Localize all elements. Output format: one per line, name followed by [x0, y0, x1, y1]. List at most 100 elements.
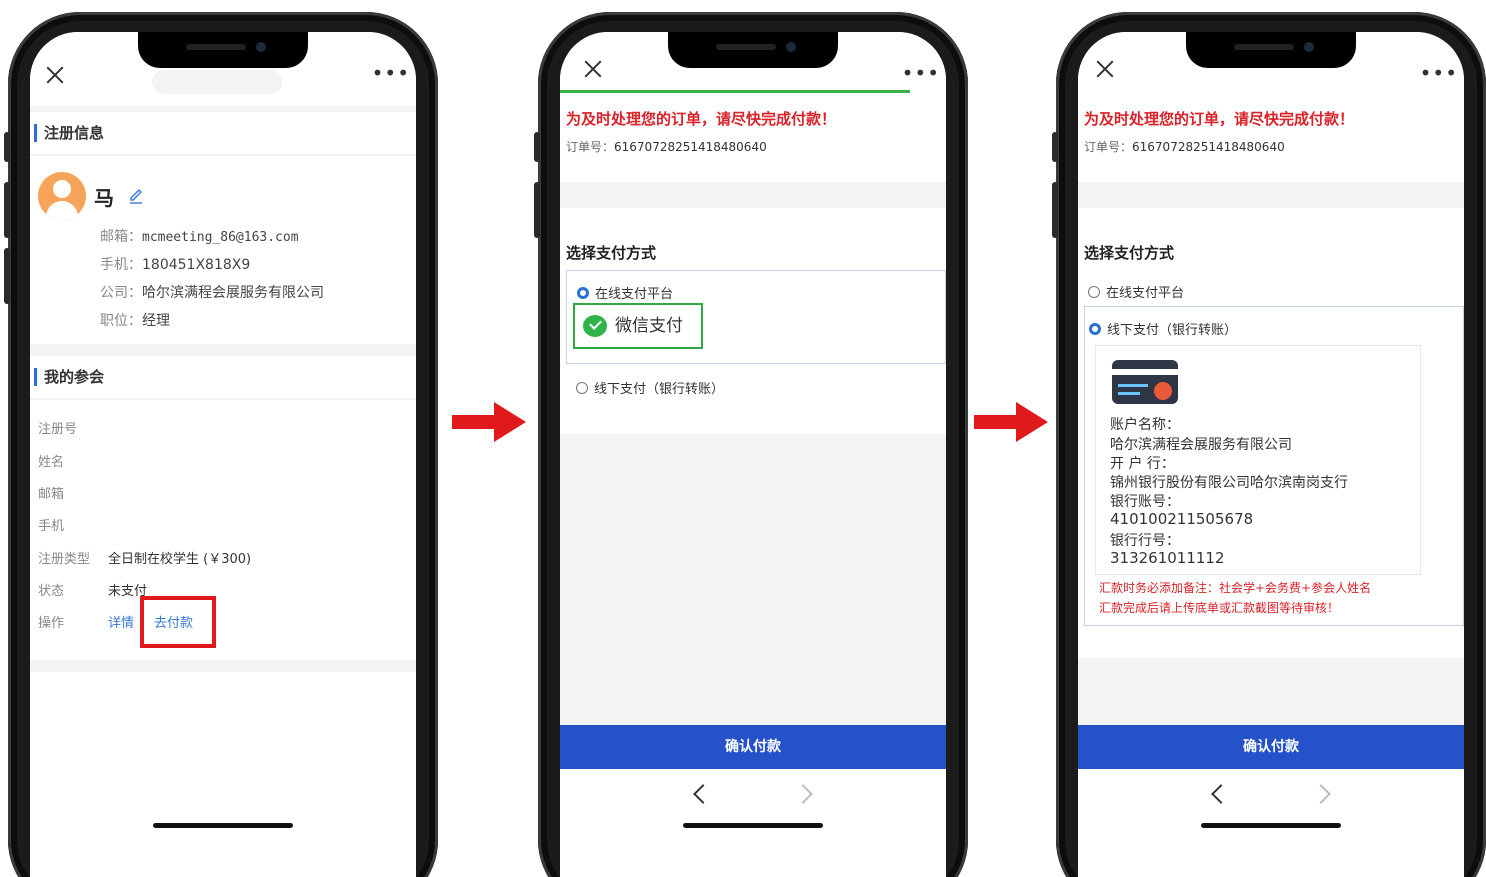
field-label: 状态	[38, 584, 65, 599]
account-no-value: 410100211505678	[1110, 510, 1254, 528]
highlight-box	[140, 596, 216, 648]
bank-info-card: 账户名称： 哈尔滨满程会展服务有限公司 开 户 行： 锦州银行股份有限公司哈尔滨…	[1095, 345, 1421, 575]
edit-icon[interactable]	[128, 186, 144, 204]
offline-option[interactable]: 线下支付（银行转账）	[576, 378, 946, 397]
flow-arrow	[974, 402, 1050, 442]
side-button	[534, 182, 540, 238]
company-row: 公司：哈尔滨满程会展服务有限公司	[100, 282, 324, 302]
bank-code-value: 313261011112	[1110, 549, 1225, 567]
phone-frame-offline-pay: ••• 为及时处理您的订单，请尽快完成付款！ 订单号：6167072825141…	[1052, 12, 1486, 877]
phone-screen: ••• 为及时处理您的订单，请尽快完成付款！ 订单号：6167072825141…	[560, 32, 946, 877]
offline-option-box[interactable]: 线下支付（银行转账） 账户名称： 哈尔滨满程会展服务有限公司 开 户 行： 锦州…	[1084, 306, 1464, 626]
bank-label: 开 户 行：	[1110, 456, 1175, 472]
confirm-pay-button[interactable]: 确认付款	[1078, 725, 1464, 769]
side-button	[4, 248, 10, 304]
more-icon[interactable]: •••	[1420, 63, 1458, 83]
order-label: 订单号：	[566, 140, 615, 154]
browser-nav	[1078, 769, 1464, 819]
order-number: 订单号：61670728251418480640	[566, 138, 767, 155]
phone-screen: ••• 为及时处理您的订单，请尽快完成付款！ 订单号：6167072825141…	[1078, 32, 1464, 877]
order-number: 订单号：61670728251418480640	[1084, 138, 1285, 155]
side-button	[1052, 132, 1058, 162]
more-icon[interactable]: •••	[372, 63, 410, 83]
title-pill	[152, 70, 282, 94]
field-label: 手机	[38, 519, 65, 534]
phone-frame-registration: ••• 注册信息 马 邮箱：mcmeeting_86@163.com 手机：18…	[4, 12, 438, 877]
company-label: 公司：	[100, 285, 142, 301]
side-button	[4, 132, 10, 162]
field-label: 注册号	[38, 422, 78, 437]
radio-unselected-icon[interactable]	[1088, 286, 1100, 298]
online-option-label: 在线支付平台	[595, 287, 674, 302]
email-row: 邮箱：mcmeeting_86@163.com	[100, 226, 299, 246]
avatar	[38, 172, 86, 220]
registration-type-value: 全日制在校学生 (￥300)	[108, 552, 252, 567]
online-option[interactable]: 在线支付平台	[1088, 282, 1464, 301]
company-value: 哈尔滨满程会展服务有限公司	[142, 285, 324, 301]
notch	[668, 32, 838, 68]
home-indicator	[1201, 823, 1341, 828]
wechat-pay-label: 微信支付	[615, 316, 683, 336]
offline-option[interactable]: 线下支付（银行转账）	[1089, 319, 1463, 338]
email-label: 邮箱：	[100, 229, 142, 245]
forward-icon[interactable]	[793, 784, 813, 804]
notch	[1186, 32, 1356, 68]
phone-frame-online-pay: ••• 为及时处理您的订单，请尽快完成付款！ 订单号：6167072825141…	[534, 12, 968, 877]
phone-value: 180451X818X9	[142, 257, 251, 273]
side-button	[4, 182, 10, 238]
phone-label: 手机：	[100, 257, 142, 273]
close-icon[interactable]	[44, 64, 66, 86]
close-icon[interactable]	[1094, 58, 1116, 80]
user-name: 马	[94, 186, 114, 210]
field-label: 邮箱	[38, 487, 65, 502]
order-value: 61670728251418480640	[1132, 140, 1285, 154]
profile-card: 马 邮箱：mcmeeting_86@163.com 手机：180451X818X…	[30, 156, 416, 344]
meeting-card: 注册号 姓名 邮箱 手机 注册类型 全日制在校学生 (￥300) 状态 未支付 …	[30, 400, 416, 660]
back-icon[interactable]	[693, 784, 713, 804]
order-label: 订单号：	[1084, 140, 1133, 154]
browser-nav	[560, 769, 946, 819]
radio-selected-icon[interactable]	[1089, 323, 1101, 335]
side-button	[534, 132, 540, 162]
account-name-label: 账户名称：	[1110, 417, 1180, 433]
home-indicator	[683, 823, 823, 828]
offline-option-label: 线下支付（银行转账）	[1107, 323, 1238, 338]
detail-link[interactable]: 详情	[108, 612, 134, 631]
bank-value: 锦州银行股份有限公司哈尔滨南岗支行	[1110, 475, 1348, 491]
payment-methods: 选择支付方式 在线支付平台 线下支付（银行转账） 账户名称： 哈尔滨满程会展服务…	[1078, 208, 1464, 658]
phone-screen: ••• 注册信息 马 邮箱：mcmeeting_86@163.com 手机：18…	[30, 32, 416, 877]
side-button	[1052, 182, 1058, 238]
radio-selected-icon[interactable]	[577, 287, 589, 299]
wechat-pay-button[interactable]: 微信支付	[573, 303, 703, 349]
more-icon[interactable]: •••	[902, 63, 940, 83]
notch	[138, 32, 308, 68]
flow-arrow	[452, 402, 528, 442]
choose-method-title: 选择支付方式	[566, 244, 657, 262]
back-icon[interactable]	[1211, 784, 1231, 804]
bank-card-icon	[1112, 360, 1178, 404]
confirm-pay-button[interactable]: 确认付款	[560, 725, 946, 769]
action-label: 操作	[38, 616, 65, 631]
urgent-message: 为及时处理您的订单，请尽快完成付款！	[1084, 110, 1355, 128]
radio-unselected-icon[interactable]	[576, 382, 588, 394]
payment-methods: 选择支付方式 在线支付平台 微信支付 线下支付（银行转账）	[560, 208, 946, 434]
section-title-meeting: 我的参会	[30, 356, 416, 398]
order-value: 61670728251418480640	[614, 140, 767, 154]
wechat-icon	[583, 315, 607, 337]
choose-method-title: 选择支付方式	[1084, 244, 1175, 262]
email-value: mcmeeting_86@163.com	[142, 230, 299, 245]
online-option-label: 在线支付平台	[1106, 286, 1185, 301]
forward-icon[interactable]	[1311, 784, 1331, 804]
section-title-register: 注册信息	[30, 112, 416, 154]
order-header: 为及时处理您的订单，请尽快完成付款！ 订单号：61670728251418480…	[1078, 90, 1464, 182]
online-option-box[interactable]: 在线支付平台 微信支付	[566, 270, 946, 364]
online-option[interactable]: 在线支付平台	[577, 283, 945, 302]
remittance-notice: 汇款时务必添加备注：社会学+会务费+参会人姓名	[1099, 581, 1372, 595]
close-icon[interactable]	[582, 58, 604, 80]
loading-progress	[560, 90, 910, 93]
position-value: 经理	[142, 313, 170, 329]
offline-option-label: 线下支付（银行转账）	[594, 382, 725, 397]
order-header: 为及时处理您的订单，请尽快完成付款！ 订单号：61670728251418480…	[560, 90, 946, 182]
urgent-message: 为及时处理您的订单，请尽快完成付款！	[566, 110, 837, 128]
phone-row: 手机：180451X818X9	[100, 254, 250, 274]
